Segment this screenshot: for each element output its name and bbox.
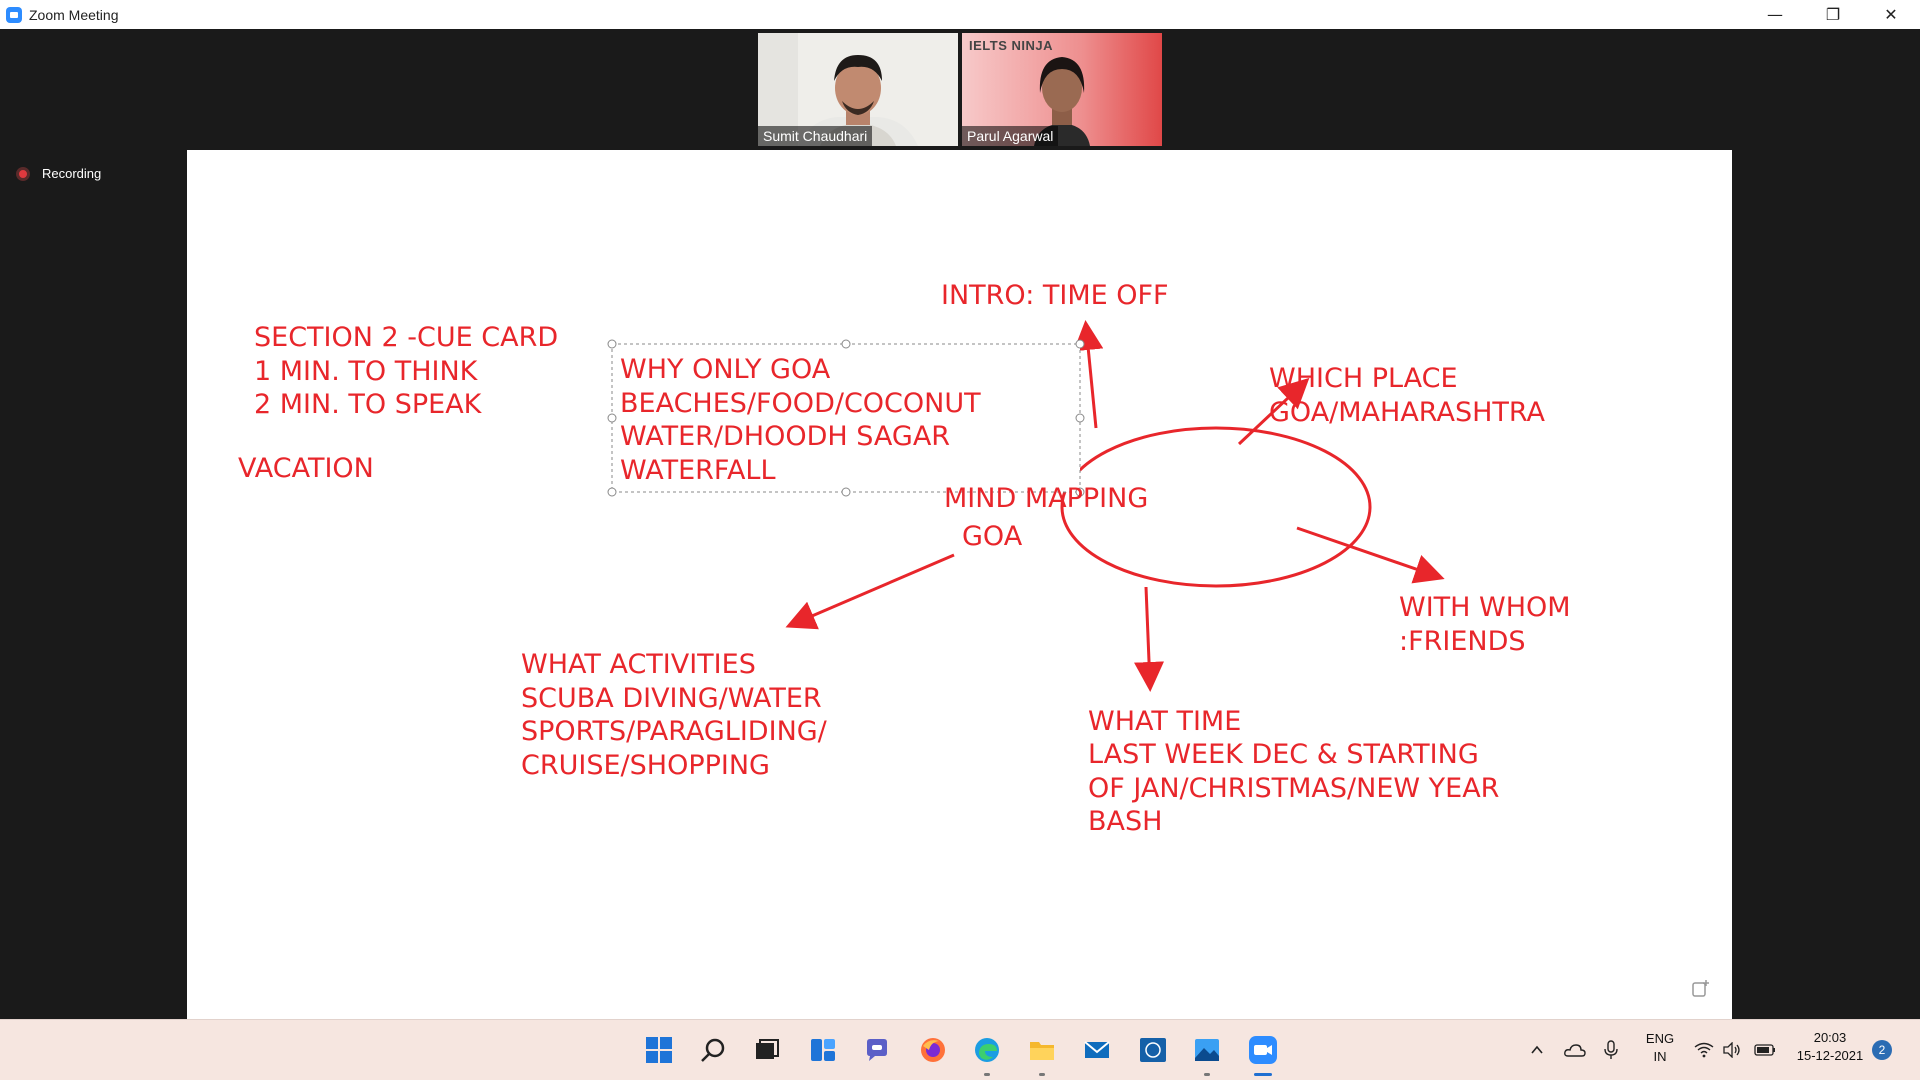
new-share-icon[interactable] [1692,979,1710,997]
mail-icon[interactable] [1080,1033,1114,1067]
ielts-ninja-logo: IELTS NINJA [969,38,1053,53]
zoom-app-icon [6,6,22,23]
microphone-icon[interactable] [1600,1033,1622,1067]
activities-line: SCUBA DIVING/WATER [521,683,822,714]
language-indicator[interactable]: ENG IN [1640,1031,1680,1064]
topic-vacation: VACATION [238,453,374,484]
shared-whiteboard[interactable]: SECTION 2 -CUE CARD 1 MIN. TO THINK 2 MI… [187,150,1732,1019]
cue-card-line: SECTION 2 -CUE CARD [254,322,558,353]
widgets-icon[interactable] [806,1033,840,1067]
clock[interactable]: 20:03 15-12-2021 [1790,1030,1870,1063]
cue-card-line: 1 MIN. TO THINK [254,356,479,387]
clock-time: 20:03 [1813,1030,1847,1045]
window-controls: — ❐ ✕ [1746,0,1920,29]
minimize-button[interactable]: — [1746,0,1804,29]
edge-icon[interactable] [970,1033,1004,1076]
mind-map-canvas: SECTION 2 -CUE CARD 1 MIN. TO THINK 2 MI… [238,280,1571,837]
intro-label: INTRO: TIME OFF [941,280,1169,311]
zoom-icon[interactable] [1246,1033,1280,1076]
arrow-with-whom [1296,526,1445,584]
activities-line: CRUISE/SHOPPING [521,750,770,781]
arrow-what-time [1134,586,1165,692]
task-view-icon[interactable] [750,1033,784,1067]
close-button[interactable]: ✕ [1862,0,1920,29]
which-place-line: WHICH PLACE [1269,363,1458,394]
participant-video-parul[interactable]: IELTS NINJA Parul Agarwal [962,33,1162,146]
wifi-icon[interactable] [1692,1033,1716,1067]
language-code: ENG [1645,1031,1675,1046]
what-time-line: BASH [1088,806,1162,837]
with-whom-line: :FRIENDS [1399,626,1526,657]
which-place-line: GOA/MAHARASHTRA [1269,397,1546,428]
windows-taskbar: ENG IN 20:03 15-12-2021 [0,1019,1920,1080]
what-time-line: LAST WEEK DEC & STARTING [1088,739,1479,770]
title-bar: Zoom Meeting — ❐ ✕ [0,0,1920,29]
recording-indicator[interactable]: Recording [16,166,101,181]
teams-chat-icon[interactable] [860,1033,894,1067]
cue-card-line: 2 MIN. TO SPEAK [254,389,483,420]
participant-name: Sumit Chaudhari [758,126,873,146]
onedrive-icon[interactable] [1562,1033,1588,1067]
why-goa-line: WHY ONLY GOA [620,354,831,385]
recording-dot-icon [16,166,30,181]
notification-badge[interactable]: 2 [1872,1040,1892,1060]
chevron-up-icon[interactable] [1527,1033,1547,1067]
file-explorer-icon[interactable] [1025,1033,1059,1076]
center-subtitle: GOA [962,521,1023,552]
volume-icon[interactable] [1720,1033,1744,1067]
firefox-icon[interactable] [916,1033,950,1067]
activities-line: SPORTS/PARAGLIDING/ [521,716,828,747]
why-goa-line: WATER/DHOODH SAGAR [620,421,950,452]
photos-icon[interactable] [1190,1033,1224,1076]
arrow-intro [1073,320,1104,429]
region-code: IN [1653,1049,1667,1064]
participant-name: Parul Agarwal [962,126,1059,146]
clock-date: 15-12-2021 [1796,1048,1864,1063]
why-goa-line: BEACHES/FOOD/COCONUT [620,388,981,419]
recording-label: Recording [42,166,102,181]
restore-button[interactable]: ❐ [1804,0,1862,29]
what-time-line: WHAT TIME [1088,706,1241,737]
search-icon[interactable] [696,1033,730,1067]
battery-icon[interactable] [1752,1033,1778,1067]
center-title: MIND MAPPING [944,483,1148,514]
dell-icon[interactable] [1136,1033,1170,1067]
window-title: Zoom Meeting [29,6,119,23]
activities-line: WHAT ACTIVITIES [521,649,756,680]
start-icon[interactable] [642,1033,676,1067]
with-whom-line: WITH WHOM [1399,592,1571,623]
why-goa-line: WATERFALL [620,455,776,486]
what-time-line: OF JAN/CHRISTMAS/NEW YEAR [1088,773,1499,804]
participant-video-sumit[interactable]: Sumit Chaudhari [758,33,958,146]
arrow-what-activities [785,553,955,630]
